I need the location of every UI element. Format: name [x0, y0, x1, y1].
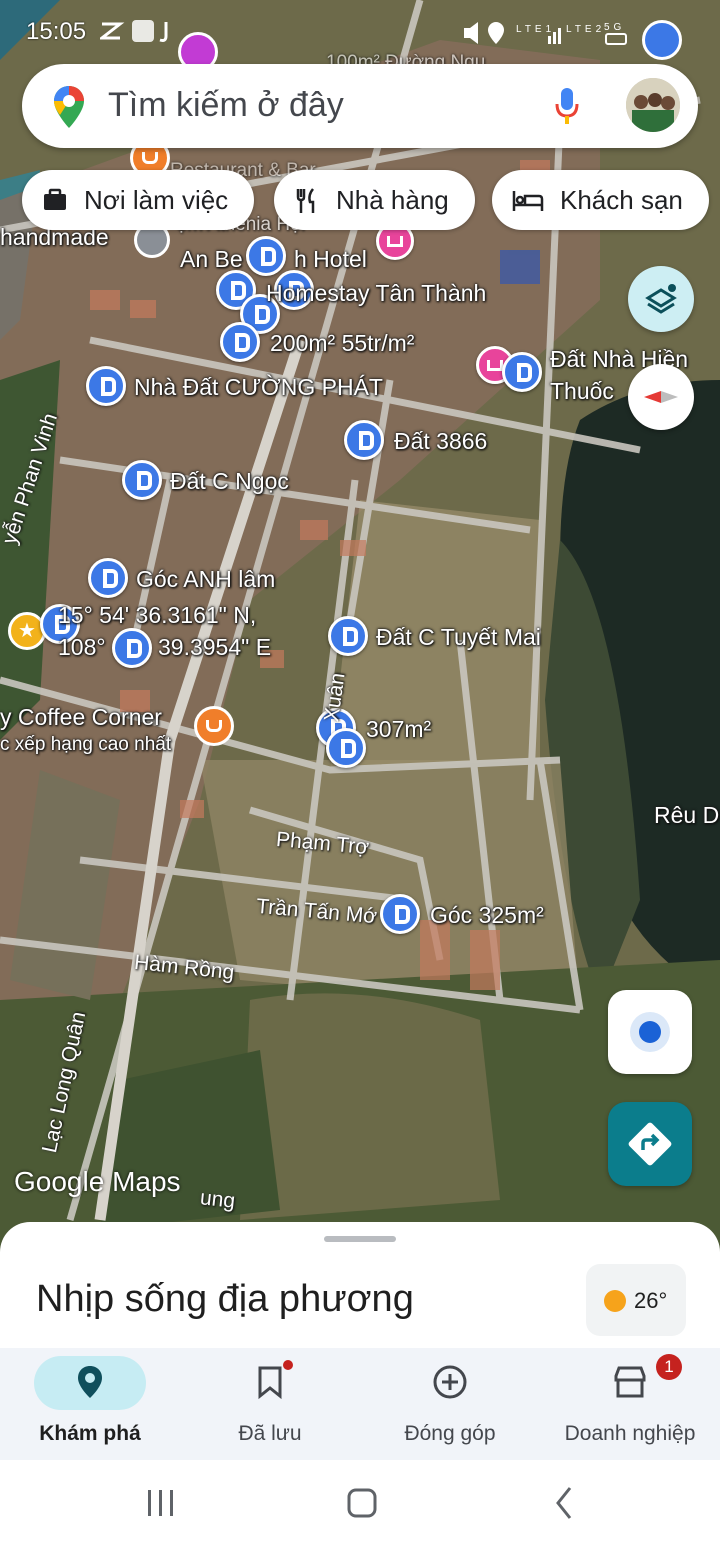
add-circle-icon	[433, 1365, 467, 1399]
chip-label: Nơi làm việc	[84, 184, 229, 215]
map-label[interactable]: Đất 3866	[394, 428, 487, 455]
street-label: ung	[198, 1186, 237, 1213]
tab-label: Khám phá	[39, 1422, 141, 1445]
signal-wifi-battery-icons: LTE1 LTE2 5G	[464, 22, 627, 45]
map-label[interactable]: h Hotel	[294, 246, 367, 273]
search-input[interactable]: Tìm kiếm ở đây	[108, 86, 344, 125]
google-maps-watermark: Google Maps	[14, 1166, 181, 1197]
back-icon[interactable]	[556, 1487, 572, 1519]
property-pin-icon[interactable]	[122, 460, 162, 500]
compass-icon	[644, 391, 678, 403]
property-pin-icon[interactable]	[112, 628, 152, 668]
temperature-label: 26°	[634, 1288, 668, 1313]
google-maps-logo-icon	[54, 86, 84, 128]
property-pin-icon[interactable]	[326, 728, 366, 768]
tab-explore[interactable]: Khám phá	[0, 1348, 180, 1460]
system-nav-icons	[148, 1487, 572, 1519]
lte1-label: LTE1	[516, 24, 555, 35]
avatar[interactable]	[626, 78, 680, 132]
map-label[interactable]: Rêu D	[654, 802, 719, 829]
briefcase-icon	[42, 187, 68, 213]
property-pin-icon[interactable]	[502, 352, 542, 392]
map-label[interactable]: An Be	[180, 246, 243, 273]
property-pin-icon[interactable]	[344, 420, 384, 460]
property-pin-icon[interactable]	[246, 236, 286, 276]
property-pin-icon[interactable]	[642, 20, 682, 60]
chip-label: Nhà hàng	[336, 184, 449, 215]
chip-hotel[interactable]: Khách sạn	[492, 170, 709, 230]
home-icon[interactable]	[347, 1488, 377, 1518]
sheet-drag-handle[interactable]	[324, 1236, 396, 1242]
chip-workplace[interactable]: Nơi làm việc	[22, 170, 255, 230]
coordinates-label: 108°	[58, 634, 106, 660]
hotel-icon	[512, 187, 544, 213]
directions-button[interactable]	[608, 1102, 692, 1186]
profile-photo	[626, 78, 680, 132]
property-pin-icon[interactable]	[86, 366, 126, 406]
tab-label: Doanh nghiệp	[564, 1422, 696, 1445]
saved-notification-dot	[283, 1360, 293, 1370]
map-label[interactable]: Homestay Tân Thành	[266, 280, 486, 307]
my-location-icon	[639, 1021, 661, 1043]
chip-restaurant[interactable]: Nhà hàng	[274, 170, 475, 230]
weather-chip[interactable]: 26°	[586, 1264, 686, 1336]
recent-apps-icon[interactable]	[148, 1490, 173, 1516]
map-label[interactable]: Góc 325m²	[430, 902, 544, 929]
map-label[interactable]: Nhà Đất CƯỜNG PHÁT	[134, 374, 383, 401]
map-label[interactable]: Thuốc	[550, 378, 614, 405]
coordinates-label: 39.3954" E	[158, 634, 272, 660]
property-pin-icon[interactable]	[328, 616, 368, 656]
status-bar: 15:05 LTE1 LTE2 5G	[0, 0, 720, 72]
microphone-icon[interactable]	[554, 86, 580, 126]
storefront-icon	[614, 1366, 646, 1398]
tab-saved[interactable]: Đã lưu	[180, 1348, 360, 1460]
lte2-label: LTE2	[566, 24, 605, 35]
layers-button[interactable]	[628, 266, 694, 332]
tab-business[interactable]: 1 Doanh nghiệp	[540, 1348, 720, 1460]
network-type-label: 5G	[604, 22, 625, 33]
status-time: 15:05	[26, 18, 87, 45]
system-navigation-bar	[0, 1460, 720, 1544]
sheet-title: Nhịp sống địa phương	[36, 1278, 414, 1320]
notification-badge: 1	[656, 1354, 682, 1380]
bookmark-icon	[258, 1366, 282, 1400]
sun-icon	[604, 1290, 626, 1312]
map-label[interactable]: Đất C Ngọc	[170, 468, 289, 495]
restaurant-icon	[294, 187, 320, 213]
property-pin-icon[interactable]	[380, 894, 420, 934]
map-label: c xếp hạng cao nhất	[0, 734, 172, 755]
bottom-navigation: Khám phá Đã lưu Đóng góp 1 Doanh nghiệp	[0, 1348, 720, 1460]
tab-contribute[interactable]: Đóng góp	[360, 1348, 540, 1460]
app-notification-icons	[97, 20, 168, 42]
property-pin-icon[interactable]	[88, 558, 128, 598]
compass-button[interactable]	[628, 364, 694, 430]
map-label[interactable]: 200m² 55tr/m²	[270, 330, 414, 357]
my-location-button[interactable]	[608, 990, 692, 1074]
directions-icon	[628, 1122, 672, 1166]
chip-label: Khách sạn	[560, 184, 683, 215]
map-label[interactable]: y Coffee Corner	[0, 704, 162, 731]
tab-label: Đã lưu	[238, 1422, 302, 1445]
map-label[interactable]: Góc ANH lâm	[136, 566, 275, 593]
system-status-icons: LTE1 LTE2 5G	[460, 18, 630, 53]
cafe-pin-icon[interactable]	[194, 706, 234, 746]
tab-label: Đóng góp	[404, 1422, 496, 1445]
layers-icon	[645, 284, 677, 314]
search-bar[interactable]: Tìm kiếm ở đây	[22, 64, 698, 148]
notification-icons	[97, 18, 190, 50]
map-label[interactable]: Đất C Tuyết Mai	[376, 624, 541, 651]
map-pin-icon	[78, 1366, 102, 1398]
explore-sheet[interactable]: Nhịp sống địa phương 26°	[0, 1222, 720, 1348]
property-pin-icon[interactable]	[220, 322, 260, 362]
map-label[interactable]: 307m²	[366, 716, 431, 743]
coordinates-label: 15° 54' 36.3161" N,	[58, 602, 257, 628]
